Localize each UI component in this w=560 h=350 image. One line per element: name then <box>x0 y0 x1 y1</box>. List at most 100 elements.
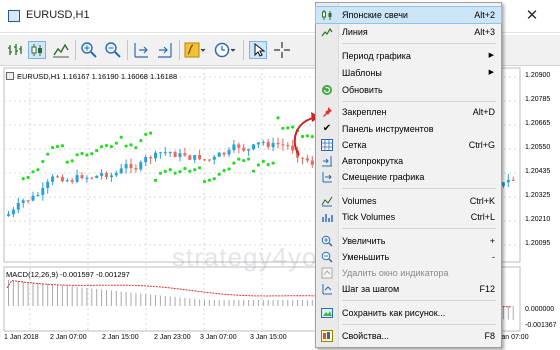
cursor-icon[interactable] <box>249 41 267 59</box>
psar-dot <box>100 145 104 149</box>
psar-dot <box>75 153 79 157</box>
candle-body <box>7 214 10 216</box>
psar-dot <box>276 116 280 120</box>
symbol-info: EURUSD,H1 1.16167 1.16190 1.16068 1.1618… <box>6 70 177 82</box>
candle-body <box>256 142 260 145</box>
menu-item-chart-shift[interactable]: Смещение графика <box>316 169 501 185</box>
candle-body <box>154 152 157 159</box>
psar-dot <box>178 170 182 174</box>
candle-body <box>178 153 182 158</box>
candle-body <box>212 156 216 160</box>
candle-body <box>100 173 104 176</box>
psar-dot <box>232 161 236 165</box>
candle-body <box>506 179 510 183</box>
psar-dot <box>281 126 285 130</box>
candle-body <box>51 176 55 182</box>
menu-item-refresh[interactable]: Обновить <box>316 82 501 98</box>
candle-body <box>271 142 275 148</box>
candlestick-icon <box>321 9 333 21</box>
save-picture-icon <box>321 307 333 319</box>
menu-item-chart-period[interactable]: Период графика ▶ <box>316 48 501 64</box>
tick-volumes-icon <box>321 211 333 223</box>
macd-indicator-label: MACD(12,26,9) -0.001597 -0.001297 <box>6 270 130 279</box>
time-tick-label: 1 Jan 2018 <box>4 334 39 341</box>
psar-dot <box>266 163 270 167</box>
psar-dot <box>168 168 172 172</box>
psar-dot <box>90 152 94 156</box>
candle-body <box>266 141 270 148</box>
psar-dot <box>46 152 50 156</box>
candle-body <box>56 176 59 178</box>
candlestick-icon[interactable] <box>28 41 46 59</box>
zoom-out-icon[interactable] <box>104 41 122 59</box>
psar-dot <box>222 168 226 173</box>
chart-window-icon <box>8 10 20 22</box>
line-chart-icon[interactable] <box>52 41 70 59</box>
chart-header-icon <box>6 72 14 80</box>
autoscroll-icon <box>321 155 333 167</box>
autoscroll-icon[interactable] <box>156 41 174 59</box>
menu-item-tick-volumes[interactable]: Tick Volumes Ctrl+L <box>316 209 501 225</box>
candle-body <box>173 152 177 158</box>
candle-body <box>129 164 133 169</box>
close-button[interactable]: ✕ <box>520 6 544 26</box>
psar-dot <box>237 157 241 161</box>
menu-item-toolbar[interactable]: ✔ Панель инструментов <box>316 121 501 137</box>
indicators-icon[interactable] <box>184 41 206 59</box>
menu-item-zoom-in[interactable]: Увеличить + <box>316 233 501 249</box>
candle-body <box>80 175 84 179</box>
candle-body <box>109 175 113 178</box>
menu-item-grid[interactable]: Сетка Ctrl+G <box>316 137 501 153</box>
menu-item-templates[interactable]: Шаблоны ▶ <box>316 65 501 81</box>
psar-dot <box>202 179 207 184</box>
menu-item-step-by-step[interactable]: Шаг за шагом F12 <box>316 281 501 297</box>
psar-dot <box>85 153 89 157</box>
pin-icon <box>321 106 333 118</box>
psar-dot <box>207 178 211 182</box>
crosshair-icon[interactable] <box>273 41 291 59</box>
menu-item-pinned[interactable]: Закреплен Alt+D <box>316 104 501 120</box>
candle-body <box>276 142 280 145</box>
candle-body <box>217 152 221 157</box>
candle-body <box>134 168 138 170</box>
step-icon <box>321 283 333 295</box>
candle-body <box>46 181 50 188</box>
candle-body <box>70 180 74 182</box>
chart-shift-icon[interactable] <box>132 41 150 59</box>
time-tick-label: 3 Jan 15:00 <box>250 334 287 341</box>
psar-dot <box>153 178 158 182</box>
price-tick-label: 1.20435 <box>525 168 551 175</box>
psar-dot <box>183 166 187 171</box>
psar-dot <box>149 131 153 135</box>
psar-dot <box>256 163 260 167</box>
candle-body <box>11 209 15 215</box>
candle-body <box>31 195 35 201</box>
psar-dot <box>21 177 25 181</box>
menu-item-properties[interactable]: Свойства... F8 <box>316 328 501 344</box>
psar-dot <box>119 135 123 139</box>
chart-context-menu: Японские свечи Alt+2 Линия Alt+3 Период … <box>315 2 502 348</box>
candle-body <box>237 144 241 148</box>
candle-body <box>183 153 187 156</box>
candle-body <box>163 152 167 154</box>
candle-body <box>188 155 192 160</box>
menu-item-autoscroll[interactable]: Автопрокрутка <box>316 153 501 169</box>
candle-body <box>168 152 172 154</box>
menu-item-zoom-out[interactable]: Уменьшить - <box>316 249 501 265</box>
menu-item-line[interactable]: Линия Alt+3 <box>316 24 501 40</box>
candle-body <box>139 162 143 170</box>
bar-chart-icon[interactable] <box>6 41 24 59</box>
menu-item-candlesticks[interactable]: Японские свечи Alt+2 <box>315 6 502 24</box>
psar-dot <box>104 143 109 148</box>
candle-body <box>75 175 79 182</box>
candle-body <box>60 176 64 182</box>
menu-item-delete-indicator-window[interactable]: Удалить окно индикатора <box>316 265 501 281</box>
menu-item-volumes[interactable]: Volumes Ctrl+K <box>316 193 501 209</box>
periods-icon[interactable] <box>214 41 236 59</box>
zoom-in-icon[interactable] <box>80 41 98 59</box>
volumes-icon <box>321 195 333 207</box>
menu-item-save-as-picture[interactable]: Сохранить как рисунок... <box>316 305 501 321</box>
candle-body <box>144 157 148 163</box>
psar-dot <box>60 144 64 148</box>
submenu-arrow-icon: ▶ <box>488 52 494 59</box>
